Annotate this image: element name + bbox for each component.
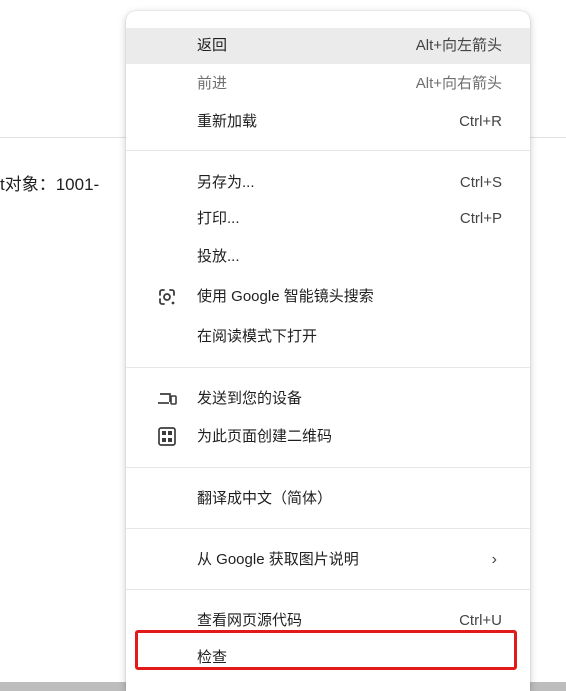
- menu-divider: [126, 367, 530, 368]
- menu-divider: [126, 589, 530, 590]
- menu-item-cast[interactable]: 投放...: [126, 239, 530, 275]
- menu-item-back[interactable]: 返回 Alt+向左箭头: [126, 28, 530, 64]
- menu-item-label: 在阅读模式下打开: [197, 328, 318, 345]
- menu-item-label: 从 Google 获取图片说明: [197, 551, 359, 568]
- menu-item-image-descriptions[interactable]: 从 Google 获取图片说明 ›: [126, 542, 530, 578]
- menu-item-translate[interactable]: 翻译成中文（简体）: [126, 481, 530, 517]
- menu-item-label: 返回: [197, 37, 228, 54]
- menu-item-label: 查看网页源代码: [197, 612, 303, 629]
- menu-item-shortcut: Alt+向右箭头: [415, 75, 502, 92]
- menu-item-label: 打印...: [197, 210, 240, 227]
- menu-item-reading-mode[interactable]: 在阅读模式下打开: [126, 319, 530, 355]
- menu-item-shortcut: Alt+向左箭头: [415, 37, 502, 54]
- menu-item-label: 投放...: [197, 248, 240, 265]
- menu-item-label: 翻译成中文（简体）: [197, 490, 333, 507]
- menu-divider: [126, 528, 530, 529]
- chevron-right-icon: ›: [491, 551, 497, 568]
- menu-item-send-to-device[interactable]: 发送到您的设备: [126, 381, 530, 417]
- menu-item-label: 为此页面创建二维码: [197, 428, 333, 445]
- context-menu: 返回 Alt+向左箭头 前进 Alt+向右箭头 重新加载 Ctrl+R 另存为.…: [126, 11, 530, 691]
- page-partial-text: t对象：1001-: [0, 175, 100, 194]
- menu-divider: [126, 467, 530, 468]
- menu-item-reload[interactable]: 重新加载 Ctrl+R: [126, 104, 530, 140]
- menu-item-label: 重新加载: [197, 113, 258, 130]
- menu-item-label: 另存为...: [197, 174, 255, 191]
- menu-item-label: 发送到您的设备: [197, 390, 303, 407]
- menu-item-shortcut: Ctrl+S: [459, 174, 502, 191]
- send-to-device-icon: [156, 389, 178, 409]
- menu-item-shortcut: Ctrl+R: [459, 113, 502, 130]
- menu-item-save-as[interactable]: 另存为... Ctrl+S: [126, 165, 530, 201]
- menu-divider: [126, 150, 530, 151]
- menu-item-forward[interactable]: 前进 Alt+向右箭头: [126, 66, 530, 102]
- menu-item-create-qr-code[interactable]: 为此页面创建二维码: [126, 419, 530, 455]
- menu-item-label: 前进: [197, 75, 228, 92]
- qr-code-icon: [156, 427, 178, 447]
- menu-item-shortcut: Ctrl+U: [459, 612, 502, 629]
- inspect-highlight-box: [135, 630, 517, 670]
- menu-item-shortcut: Ctrl+P: [459, 210, 502, 227]
- menu-item-google-lens-search[interactable]: 使用 Google 智能镜头搜索: [126, 279, 530, 315]
- menu-item-label: 使用 Google 智能镜头搜索: [197, 288, 374, 305]
- google-lens-icon: [156, 287, 178, 307]
- menu-item-print[interactable]: 打印... Ctrl+P: [126, 201, 530, 237]
